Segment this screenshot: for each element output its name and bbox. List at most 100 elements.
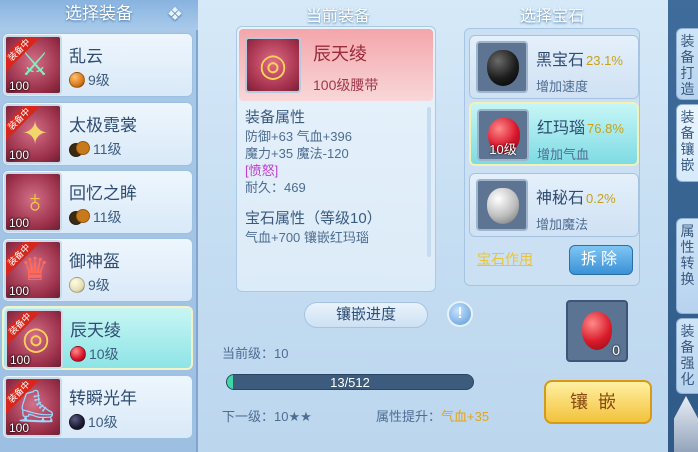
helmet-icon: 装备中 ♛ 100 xyxy=(4,240,62,300)
belt-glyph: ◎ xyxy=(22,320,50,356)
equipment-list-title-text: 选择装备 xyxy=(65,4,133,23)
attr-line: 魔力+35 魔法-120 xyxy=(245,146,349,161)
detail-item-type: 100级腰带 xyxy=(313,77,379,93)
next-level: 下一级：10★★ xyxy=(222,409,312,424)
item-level: 100 xyxy=(9,421,30,435)
equipment-detail-panel: ◎ 辰天绫 100级腰带 装备属性 防御+63 气血+396 魔力+35 魔法-… xyxy=(236,26,436,292)
gem-level: 10级 xyxy=(489,142,517,157)
equipment-gem: 9级 xyxy=(69,70,110,90)
tab-inlay[interactable]: 装备镶嵌 xyxy=(676,104,698,182)
gem-name-text: 神秘石 xyxy=(536,190,585,207)
gem-name: 红玛瑙 76.8% xyxy=(537,114,624,138)
gem-effect-link[interactable]: 宝石作用 xyxy=(477,249,533,269)
equipment-name: 辰天绫 xyxy=(70,321,121,340)
equipment-item-taiji[interactable]: 装备中 ✦ 100 太极霓裳 11级 xyxy=(2,102,193,166)
red-agate-icon: 10级 xyxy=(477,109,529,161)
gem-attr-line: 气血+700 镶嵌红玛瑙 xyxy=(245,230,369,245)
red-agate-icon xyxy=(582,312,612,350)
gem-level: 9级 xyxy=(88,277,110,293)
item-level: 100 xyxy=(9,79,30,93)
gem-name: 神秘石 0.2% xyxy=(536,184,616,208)
gem-attr-heading: 宝石属性（等级10） xyxy=(245,210,382,227)
equipment-name: 乱云 xyxy=(69,47,103,66)
necklace-icon: ♁ 100 xyxy=(4,172,62,232)
attribute-gain-label: 属性提升： xyxy=(376,409,442,424)
gem-slot[interactable]: 0 xyxy=(566,300,628,362)
equipment-name: 御神盔 xyxy=(69,252,120,271)
helmet-glyph: ♛ xyxy=(20,251,50,287)
attr-heading: 装备属性 xyxy=(245,109,306,126)
gem-level: 10级 xyxy=(89,346,119,362)
item-level: 100 xyxy=(9,216,30,230)
equipment-name: 回忆之眸 xyxy=(69,184,137,203)
detail-attributes: 装备属性 防御+63 气血+396 魔力+35 魔法-120 [愤怒] 耐久：4… xyxy=(245,109,431,246)
belt-icon: ◎ xyxy=(245,37,301,93)
equipment-name: 太极霓裳 xyxy=(69,116,137,135)
inlay-button[interactable]: 镶嵌 xyxy=(544,380,652,424)
robe-glyph: ✦ xyxy=(21,115,49,151)
gem-orange-icon xyxy=(69,72,85,88)
gem-name: 黑宝石 23.1% xyxy=(536,46,623,70)
equipment-gem: 9级 xyxy=(69,275,110,295)
gem-name-text: 红玛瑙 xyxy=(537,120,586,137)
equipment-name: 转瞬光年 xyxy=(69,389,137,408)
gem-rate: 76.8% xyxy=(587,121,624,136)
equipment-gem: 10级 xyxy=(69,412,118,432)
detach-button[interactable]: 拆除 xyxy=(569,245,633,275)
black-gem-icon xyxy=(476,41,528,93)
select-gem-title: 选择宝石 xyxy=(519,8,584,25)
tab-forge[interactable]: 装备打造 xyxy=(676,28,698,100)
gem-desc: 增加气血 xyxy=(537,147,590,162)
belt-icon: 装备中 ◎ 100 xyxy=(5,309,63,369)
gem-level: 11级 xyxy=(93,209,122,225)
gem-row-mystery[interactable]: 神秘石 0.2% 增加魔法 xyxy=(469,173,639,237)
equipment-item-yushen[interactable]: 装备中 ♛ 100 御神盔 9级 xyxy=(2,238,193,302)
tab-strengthen[interactable]: 装备强化 xyxy=(676,318,698,394)
item-level: 100 xyxy=(10,353,31,367)
gem-red-icon xyxy=(70,346,86,362)
equipment-item-zhuanshun[interactable]: 装备中 ⛸ 100 转瞬光年 10级 xyxy=(2,375,193,439)
gem-pair-icon xyxy=(69,209,91,225)
attribute-gain: 属性提升：气血+35 xyxy=(376,406,489,425)
item-level: 100 xyxy=(9,284,30,298)
gem-pearl-icon xyxy=(69,277,85,293)
gem-selection-panel: 黑宝石 23.1% 增加速度 10级 红玛瑙 76.8% 增加气血 神秘石 0.2% … xyxy=(464,28,640,286)
equipment-gem: 11级 xyxy=(69,207,122,227)
equipment-gem: 11级 xyxy=(69,139,122,159)
gem-rate: 0.2% xyxy=(586,191,616,206)
gem-pair-icon xyxy=(69,141,91,157)
mystery-stone-icon xyxy=(476,179,528,231)
detail-item-name: 辰天绫 xyxy=(313,44,367,64)
gem-level: 11级 xyxy=(93,141,122,157)
sword-glyph: ⚔ xyxy=(20,46,50,82)
gem-row-black[interactable]: 黑宝石 23.1% 增加速度 xyxy=(469,35,639,99)
current-level: 当前级：10 xyxy=(222,346,289,361)
special-attr: [愤怒] xyxy=(245,163,279,178)
equipment-item-chentianling[interactable]: 装备中 ◎ 100 辰天绫 10级 xyxy=(2,306,193,370)
item-level: 100 xyxy=(9,148,30,162)
gem-name-text: 黑宝石 xyxy=(536,52,585,69)
gem-desc: 增加速度 xyxy=(536,79,589,94)
durability: 耐久：469 xyxy=(245,180,306,195)
current-equipment-title: 当前装备 xyxy=(305,8,370,25)
tab-convert[interactable]: 属性转换 xyxy=(676,218,698,314)
slot-count: 0 xyxy=(612,342,620,358)
gem-rate: 23.1% xyxy=(586,53,623,68)
progress-text: 13/512 xyxy=(330,375,370,390)
attr-line: 防御+63 气血+396 xyxy=(245,129,352,144)
attribute-gain-value: 气血+35 xyxy=(441,409,490,424)
equipment-item-luanyun[interactable]: 装备中 ⚔ 100 乱云 9级 xyxy=(2,33,193,97)
wing-decor-icon: ❖ xyxy=(166,4,184,24)
equipment-list-title: 选择装备 ❖ xyxy=(0,0,198,30)
equipment-gem: 10级 xyxy=(70,344,119,364)
equipment-item-huiyi[interactable]: ♁ 100 回忆之眸 11级 xyxy=(2,170,193,234)
boots-icon: 装备中 ⛸ 100 xyxy=(4,377,62,437)
progress-bar: 13/512 xyxy=(226,374,474,390)
detail-header: ◎ 辰天绫 100级腰带 xyxy=(239,29,433,101)
gem-row-red-agate[interactable]: 10级 红玛瑙 76.8% 增加气血 xyxy=(469,102,639,166)
inlay-window: 选择装备 ❖ 装备中 ⚔ 100 乱云 9级 装备中 ✦ 100 太极霓裳 11… xyxy=(0,0,698,452)
robe-icon: 装备中 ✦ 100 xyxy=(4,104,62,164)
help-button[interactable]: ! xyxy=(447,301,473,327)
gem-level: 9级 xyxy=(88,72,110,88)
detail-scrollbar[interactable] xyxy=(427,107,431,257)
